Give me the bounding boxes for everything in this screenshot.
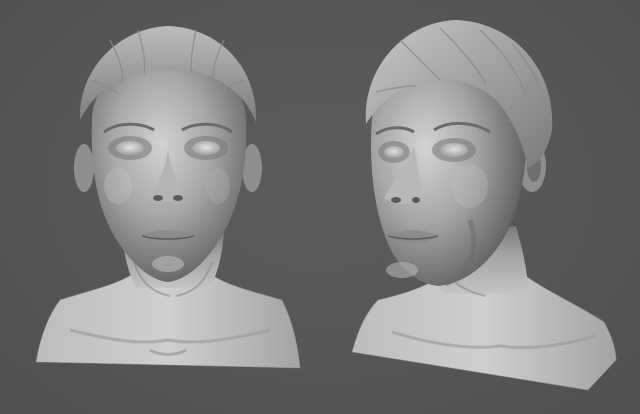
right-eye <box>192 141 220 155</box>
head-front-view <box>35 26 301 369</box>
sculpt-render <box>35 20 617 391</box>
head-three-quarter-view <box>351 20 617 391</box>
render-viewport <box>0 0 640 414</box>
right-eye-side <box>440 143 468 157</box>
left-eye-side <box>384 146 404 158</box>
left-eye <box>116 141 144 155</box>
left-ear <box>74 144 94 192</box>
